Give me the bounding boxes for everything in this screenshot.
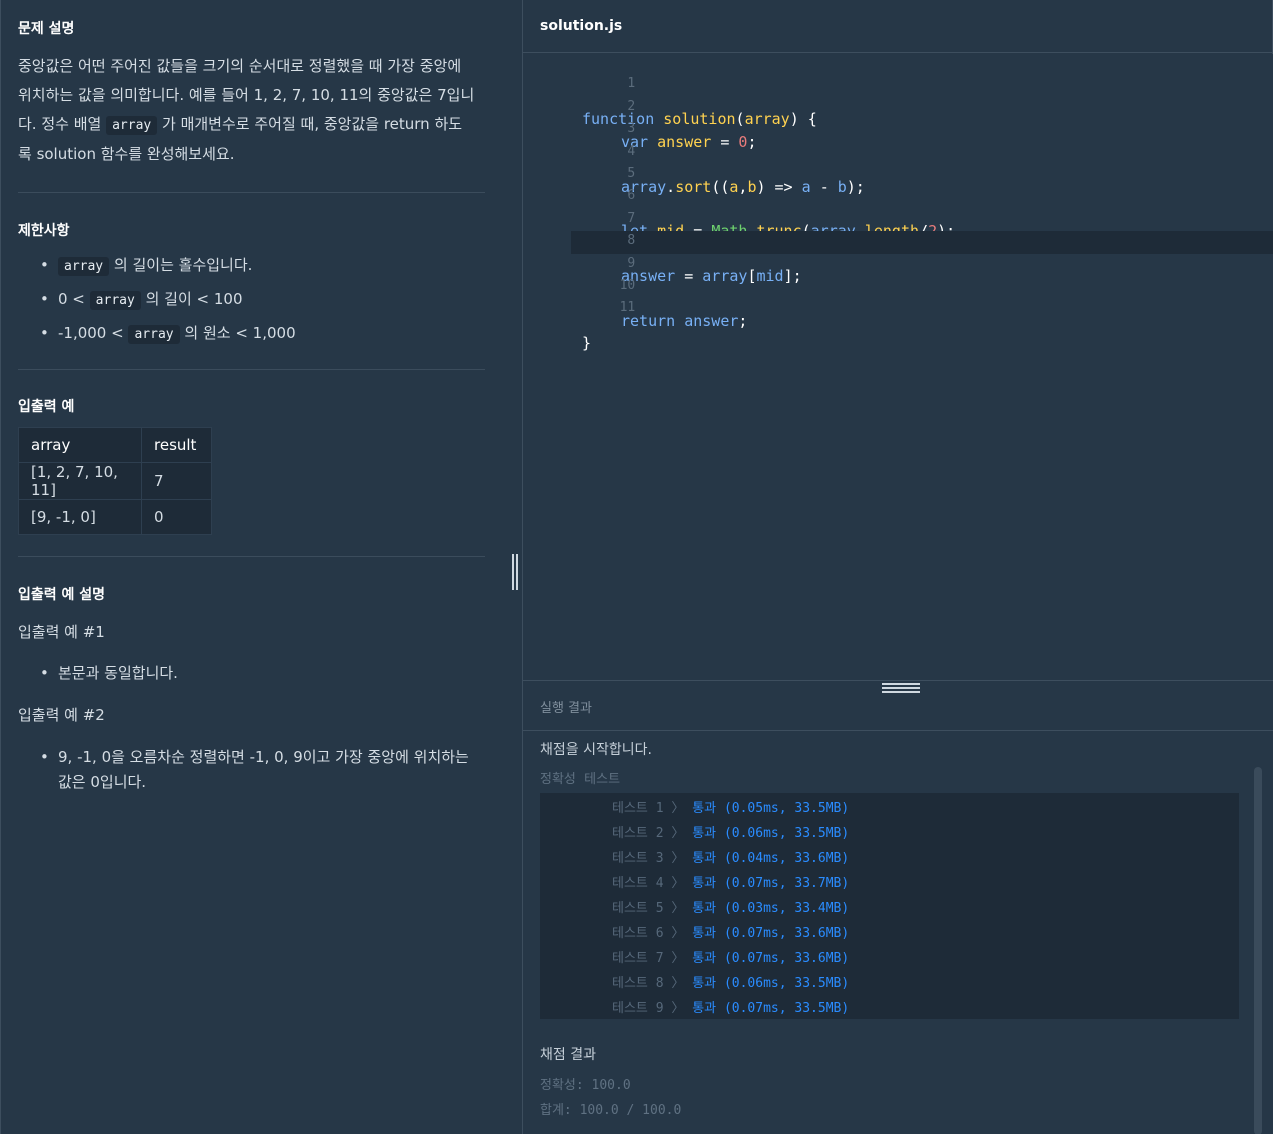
description-line: 다. 정수 배열 array 가 매개변수로 주어질 때, 중앙값을 retur…: [18, 115, 463, 135]
horizontal-resize-handle[interactable]: [882, 682, 920, 693]
accuracy-test-heading: 정확성 테스트: [540, 772, 621, 787]
app-window: 문제 설명 중앙값은 어떤 주어진 값들을 크기의 순서대로 정렬했을 때 가장…: [0, 0, 1273, 1134]
io-cell: [1, 2, 7, 10, 11]: [18, 462, 142, 500]
line-number: 10: [619, 278, 636, 293]
results-panel: 실행 결과 채점을 시작합니다. 정확성 테스트 테스트 1 〉 통과 (0.0…: [523, 680, 1273, 1134]
io-cell: 0: [141, 499, 212, 535]
description-text: 중앙값은 어떤 주어진 값들을 크기의 순서대로 정렬했을 때 가장 중앙에 위…: [18, 52, 488, 169]
example-2-list: 9, -1, 0을 오름차순 정렬하면 -1, 0, 9이고 가장 중앙에 위치…: [18, 745, 488, 795]
code-line: 4 array.sort((a,b) => a - b);: [523, 142, 1273, 196]
line-number: 5: [627, 166, 636, 181]
line-number: 6: [627, 188, 636, 203]
divider: [18, 192, 485, 193]
code-line: 8 answer = array[mid];: [523, 231, 1273, 285]
list-item: 테스트 2 〉 통과 (0.06ms, 33.5MB): [612, 826, 850, 841]
divider: [18, 369, 485, 370]
description-title: 문제 설명: [18, 21, 75, 37]
code-line: 1 function solution(array) {: [582, 76, 817, 128]
list-item: 테스트 6 〉 통과 (0.07ms, 33.6MB): [612, 926, 850, 941]
line-number: 8: [627, 233, 636, 248]
example-1-title: 입출력 예 #1: [18, 623, 105, 641]
code-array: array: [89, 291, 141, 310]
list-item: 테스트 8 〉 통과 (0.06ms, 33.5MB): [612, 976, 850, 991]
accuracy-score: 정확성: 100.0: [540, 1078, 631, 1093]
code-line: 6 let mid = Math.trunc(array.length/2);: [523, 186, 1273, 240]
total-score: 합계: 100.0 / 100.0: [540, 1103, 682, 1118]
code-array: array: [106, 116, 158, 135]
line-number: 2: [627, 99, 636, 114]
io-header-result: result: [141, 427, 212, 463]
vertical-resize-handle[interactable]: [510, 554, 522, 590]
code-line: 10 return answer;: [523, 276, 1273, 330]
results-header-label: 실행 결과: [540, 701, 592, 716]
line-number: 3: [627, 121, 636, 136]
io-header-array: array: [18, 427, 142, 463]
list-item: 9, -1, 0을 오름차순 정렬하면 -1, 0, 9이고 가장 중앙에 위치…: [18, 745, 488, 795]
description-line: 중앙값은 어떤 주어진 값들을 크기의 순서대로 정렬했을 때 가장 중앙에: [18, 57, 462, 75]
list-item: 테스트 9 〉 통과 (0.07ms, 33.5MB): [612, 1001, 850, 1016]
list-item: 본문과 동일합니다.: [18, 662, 488, 684]
constraints-title: 제한사항: [18, 223, 70, 239]
grading-result-title: 채점 결과: [540, 1047, 596, 1063]
constraint-item: array 의 길이는 홀수입니다.: [18, 254, 488, 288]
editor-panel: solution.js 1 function solution(array) {…: [523, 0, 1273, 1134]
list-item: 테스트 4 〉 통과 (0.07ms, 33.7MB): [612, 876, 850, 891]
example-2-title: 입출력 예 #2: [18, 706, 105, 724]
line-number: 4: [627, 144, 636, 159]
io-desc-title: 입출력 예 설명: [18, 587, 106, 603]
constraint-item: 0 < array 의 길이 < 100: [18, 288, 488, 322]
code-line: 7: [523, 209, 1273, 232]
table-row: [9, -1, 0] 0: [18, 499, 212, 535]
code-line: 2 var answer = 0;: [523, 97, 1273, 151]
constraints-list: array 의 길이는 홀수입니다. 0 < array 의 길이 < 100 …: [18, 254, 488, 356]
line-number: 9: [627, 256, 636, 271]
list-item: 테스트 7 〉 통과 (0.07ms, 33.6MB): [612, 951, 850, 966]
results-scrollbar[interactable]: [1254, 767, 1262, 1134]
code-line: 11 }: [582, 300, 636, 352]
io-header-row: array result: [18, 427, 212, 463]
list-item: 테스트 5 〉 통과 (0.03ms, 33.4MB): [612, 901, 850, 916]
io-cell: 7: [141, 462, 212, 500]
code-array: array: [128, 325, 180, 344]
io-title: 입출력 예: [18, 399, 75, 415]
line-number: 7: [627, 211, 636, 226]
table-row: [1, 2, 7, 10, 11] 7: [18, 462, 212, 500]
example-1-list: 본문과 동일합니다.: [18, 662, 488, 684]
list-item: 테스트 3 〉 통과 (0.04ms, 33.6MB): [612, 851, 850, 866]
file-tab-label: solution.js: [540, 18, 623, 34]
test-results-list: 테스트 1 〉 통과 (0.05ms, 33.5MB) 테스트 2 〉 통과 (…: [540, 793, 1239, 1019]
problem-panel: 문제 설명 중앙값은 어떤 주어진 값들을 크기의 순서대로 정렬했을 때 가장…: [2, 0, 522, 1134]
io-cell: [9, -1, 0]: [18, 499, 142, 535]
constraint-item: -1,000 < array 의 원소 < 1,000: [18, 322, 488, 356]
code-array: array: [58, 257, 110, 276]
description-line: 위치하는 값을 의미합니다. 예를 들어 1, 2, 7, 10, 11의 중앙…: [18, 86, 475, 104]
code-editor[interactable]: 1 function solution(array) { 2 var answe…: [523, 54, 1273, 680]
list-item: 테스트 1 〉 통과 (0.05ms, 33.5MB): [612, 801, 850, 816]
code-line: 9: [523, 254, 1273, 277]
line-number: 1: [627, 76, 636, 91]
file-tab[interactable]: solution.js: [523, 0, 1273, 53]
description-line: 록 solution 함수를 완성해보세요.: [18, 145, 235, 163]
code-line: 3: [523, 119, 1273, 142]
divider: [18, 556, 485, 557]
grading-start-message: 채점을 시작합니다.: [540, 742, 652, 758]
io-table: array result [1, 2, 7, 10, 11] 7 [9, -1,…: [18, 427, 212, 535]
line-number: 11: [619, 300, 636, 315]
code-line: 5: [523, 164, 1273, 187]
